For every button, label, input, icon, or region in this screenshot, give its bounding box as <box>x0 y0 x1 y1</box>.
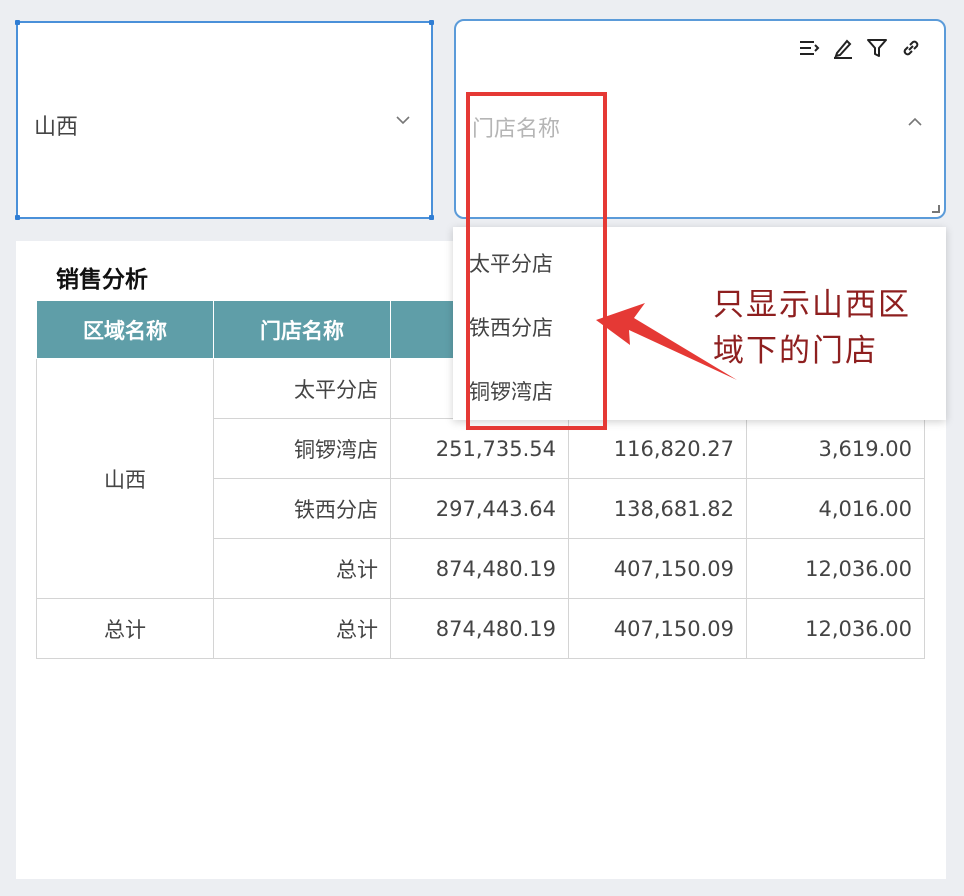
value-cell: 12,036.00 <box>746 538 925 599</box>
table-row-total: 总计 总计 874,480.19 407,150.09 12,036.00 <box>36 598 925 659</box>
total-value-cell: 12,036.00 <box>746 598 925 659</box>
edit-icon[interactable] <box>832 37 854 59</box>
value-cell: 874,480.19 <box>390 538 569 599</box>
column-header-store[interactable]: 门店名称 <box>213 300 391 359</box>
annotation-highlight-box <box>466 92 607 430</box>
link-icon[interactable] <box>900 37 922 59</box>
filter-icon[interactable] <box>866 37 888 59</box>
value-cell: 3,619.00 <box>746 418 925 479</box>
store-cell: 太平分店 <box>213 358 391 419</box>
resize-handle[interactable] <box>429 215 434 220</box>
resize-handle[interactable] <box>15 215 20 220</box>
column-header-region[interactable]: 区域名称 <box>36 300 214 359</box>
chevron-up-icon[interactable] <box>908 115 922 131</box>
region-cell: 山西 <box>36 358 214 599</box>
sort-icon[interactable] <box>798 37 820 59</box>
total-store-cell: 总计 <box>213 598 391 659</box>
store-cell: 总计 <box>213 538 391 599</box>
region-filter-value: 山西 <box>34 115 79 140</box>
value-cell: 4,016.00 <box>746 478 925 539</box>
region-filter[interactable]: 山西 <box>15 20 434 220</box>
resize-handle[interactable] <box>15 20 20 25</box>
total-value-cell: 407,150.09 <box>568 598 747 659</box>
report-title: 销售分析 <box>56 267 148 293</box>
resize-corner-icon[interactable] <box>932 205 940 213</box>
value-cell: 138,681.82 <box>568 478 747 539</box>
widget-toolbar <box>798 37 922 59</box>
chevron-down-icon[interactable] <box>396 113 410 129</box>
total-region-cell: 总计 <box>36 598 214 659</box>
resize-handle[interactable] <box>429 20 434 25</box>
value-cell: 297,443.64 <box>390 478 569 539</box>
annotation-text: 只显示山西区域下的门店 <box>713 287 911 369</box>
store-cell: 铜锣湾店 <box>213 418 391 479</box>
total-value-cell: 874,480.19 <box>390 598 569 659</box>
store-cell: 铁西分店 <box>213 478 391 539</box>
value-cell: 407,150.09 <box>568 538 747 599</box>
